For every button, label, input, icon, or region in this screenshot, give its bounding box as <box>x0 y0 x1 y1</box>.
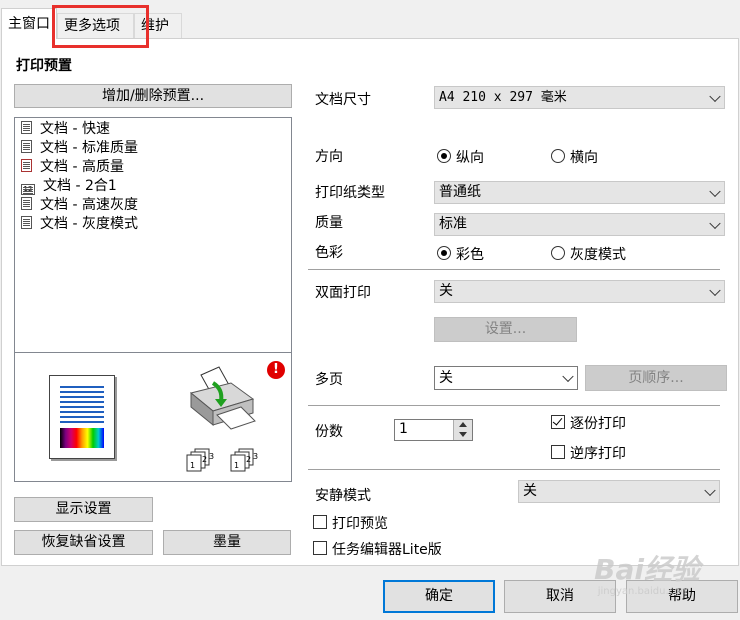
chevron-down-icon <box>709 185 721 197</box>
color-option-label: 彩色 <box>456 247 484 263</box>
paper-type-select[interactable]: 普通纸 <box>434 181 725 204</box>
paper-type-value: 普通纸 <box>439 184 481 200</box>
preset-item-label: 文档 - 灰度模式 <box>40 216 138 232</box>
warning-icon: ! <box>267 361 285 379</box>
copies-value: 1 <box>399 421 408 437</box>
print-preview-label: 打印预览 <box>332 516 388 532</box>
quality-value: 标准 <box>439 216 467 232</box>
multipage-select[interactable]: 关 <box>434 366 578 390</box>
duplex-settings-button[interactable]: 设置... <box>434 317 577 342</box>
two-in-one-icon: 12 <box>21 184 35 195</box>
preset-item-label: 文档 - 标准质量 <box>40 140 138 156</box>
orientation-label: 方向 <box>315 149 343 165</box>
preset-item-label: 文档 - 快速 <box>40 121 110 137</box>
paper-type-label: 打印纸类型 <box>315 185 385 201</box>
document-icon <box>21 216 32 229</box>
print-preview-checkbox[interactable] <box>313 515 327 529</box>
preset-item[interactable]: 文档 - 快速 <box>21 120 110 139</box>
multipage-label: 多页 <box>315 372 343 388</box>
collate-checkbox[interactable] <box>551 415 565 429</box>
preset-item[interactable]: 文档 - 标准质量 <box>21 139 138 158</box>
quiet-mode-label: 安静模式 <box>315 488 371 504</box>
quality-label: 质量 <box>315 215 343 231</box>
preset-item-label: 文档 - 2合1 <box>43 178 117 194</box>
doc-size-label: 文档尺寸 <box>315 92 371 108</box>
ok-button[interactable]: 确定 <box>383 580 495 613</box>
job-arranger-checkbox[interactable] <box>313 541 327 555</box>
portrait-label: 纵向 <box>456 150 484 166</box>
pages-stack-reverse-icon: 1 2 3 <box>230 448 258 472</box>
quiet-mode-value: 关 <box>523 483 537 499</box>
preset-item[interactable]: 文档 - 高速灰度 <box>21 196 138 215</box>
divider <box>308 405 720 406</box>
chevron-down-icon <box>704 484 716 496</box>
duplex-select[interactable]: 关 <box>434 280 725 303</box>
doc-size-value: A4 210 x 297 毫米 <box>439 90 567 105</box>
preset-item[interactable]: 12 文档 - 2合1 <box>21 177 117 196</box>
pages-stack-icon: 1 2 3 <box>186 448 214 472</box>
svg-text:3: 3 <box>209 452 214 461</box>
copies-spinner[interactable]: 1 <box>394 419 473 441</box>
grayscale-option-label: 灰度模式 <box>570 247 626 263</box>
color-label: 色彩 <box>315 245 343 261</box>
divider <box>308 269 720 270</box>
ink-levels-button[interactable]: 墨量 <box>163 530 291 555</box>
portrait-radio[interactable] <box>437 149 451 163</box>
quiet-mode-select[interactable]: 关 <box>518 480 720 503</box>
landscape-radio[interactable] <box>551 149 565 163</box>
baidu-watermark: Bai经验 <box>594 553 700 586</box>
presets-section-title: 打印预置 <box>16 58 72 74</box>
triangle-down-icon <box>459 432 467 437</box>
landscape-label: 横向 <box>570 150 598 166</box>
chevron-down-icon <box>709 90 721 102</box>
svg-text:1: 1 <box>190 461 195 470</box>
reverse-order-checkbox[interactable] <box>551 445 565 459</box>
doc-size-select[interactable]: A4 210 x 297 毫米 <box>434 86 725 109</box>
baidu-watermark-url: jingyan.baidu.com <box>597 586 690 597</box>
duplex-value: 关 <box>439 283 453 299</box>
divider <box>308 469 720 470</box>
copies-label: 份数 <box>315 424 343 440</box>
document-icon <box>21 197 32 210</box>
document-color-icon <box>21 159 32 172</box>
document-icon <box>21 121 32 134</box>
chevron-down-icon <box>709 217 721 229</box>
preset-item-label: 文档 - 高速灰度 <box>40 197 138 213</box>
tab-main[interactable]: 主窗口 <box>1 8 57 39</box>
document-icon <box>21 140 32 153</box>
svg-text:2: 2 <box>202 455 207 464</box>
restore-defaults-button[interactable]: 恢复缺省设置 <box>14 530 153 555</box>
multipage-value: 关 <box>439 370 453 386</box>
preset-item[interactable]: 文档 - 高质量 <box>21 158 124 177</box>
chevron-down-icon <box>709 284 721 296</box>
add-delete-preset-button[interactable]: 增加/删除预置... <box>14 84 292 108</box>
preset-list[interactable]: 文档 - 快速 文档 - 标准质量 文档 - 高质量 12 文档 - 2合1 文档… <box>14 117 292 353</box>
preset-item[interactable]: 文档 - 灰度模式 <box>21 215 138 234</box>
grayscale-radio[interactable] <box>551 246 565 260</box>
job-arranger-label: 任务编辑器Lite版 <box>332 542 442 558</box>
page-order-button[interactable]: 页顺序... <box>585 365 727 391</box>
quality-select[interactable]: 标准 <box>434 213 725 236</box>
show-settings-button[interactable]: 显示设置 <box>14 497 153 522</box>
preset-item-label: 文档 - 高质量 <box>40 159 124 175</box>
svg-text:3: 3 <box>253 452 258 461</box>
svg-text:2: 2 <box>246 455 251 464</box>
reverse-order-label: 逆序打印 <box>570 446 626 462</box>
highlight-box <box>52 5 149 48</box>
print-preview-area: ! 1 2 3 1 2 3 <box>14 352 292 482</box>
spin-down-button[interactable] <box>453 430 472 440</box>
svg-text:1: 1 <box>234 461 239 470</box>
chevron-down-icon <box>562 370 574 383</box>
printer-icon <box>189 366 256 430</box>
color-radio[interactable] <box>437 246 451 260</box>
collate-label: 逐份打印 <box>570 416 626 432</box>
duplex-label: 双面打印 <box>315 285 371 301</box>
triangle-up-icon <box>459 422 467 427</box>
page-preview-icon <box>49 375 115 459</box>
